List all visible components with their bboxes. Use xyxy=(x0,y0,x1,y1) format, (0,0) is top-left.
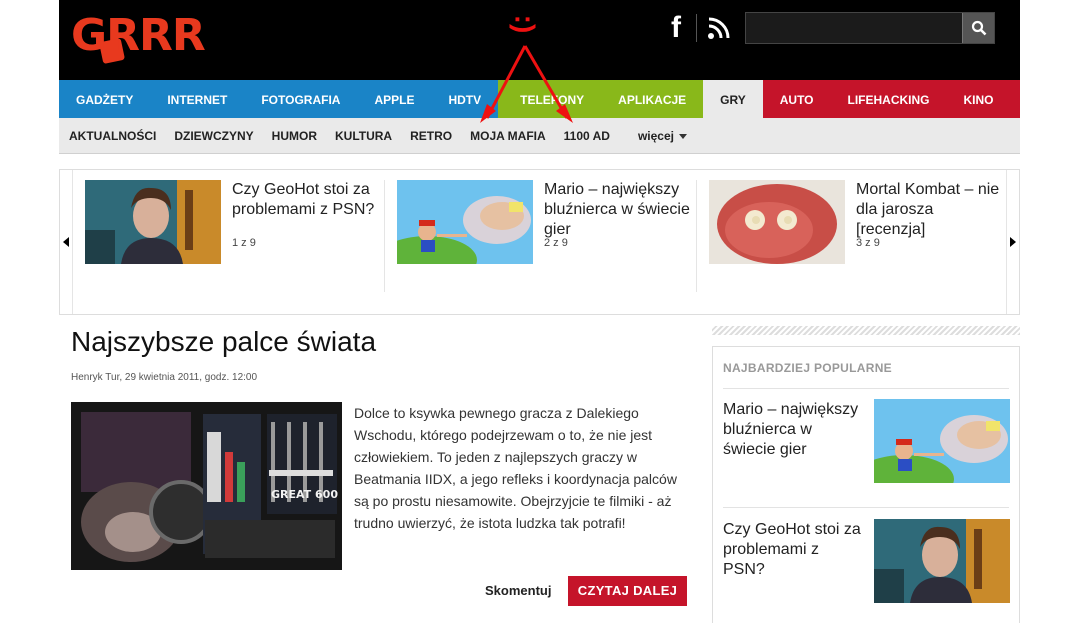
nav-item-kino[interactable]: KINO xyxy=(946,80,1011,118)
nav-item-auto[interactable]: AUTO xyxy=(762,80,831,118)
more-label: więcej xyxy=(637,128,674,143)
search-box xyxy=(745,12,995,44)
featured-carousel: Czy GeoHot stoi za problemami z PSN? 1 z… xyxy=(59,169,1020,315)
article-byline: Henryk Tur, 29 kwietnia 2011, godz. 12:0… xyxy=(71,372,258,383)
popular-sidebar: NAJBARDZIEJ POPULARNE Mario – największy… xyxy=(712,346,1020,623)
read-more-button[interactable]: CZYTAJ DALEJ xyxy=(568,576,687,606)
facebook-icon[interactable]: f xyxy=(665,12,687,44)
subnav-item-retro[interactable]: RETRO xyxy=(401,129,461,143)
search-button[interactable] xyxy=(962,13,994,43)
smiley-annotation: :) xyxy=(509,14,541,34)
nav-item-hdtv[interactable]: HDTV xyxy=(431,80,499,118)
sidebar-stripe xyxy=(712,326,1020,335)
mario-thumbnail xyxy=(397,180,533,264)
comment-link[interactable]: Skomentuj xyxy=(485,583,551,598)
carousel-next-icon[interactable] xyxy=(1010,237,1016,247)
subnav-item-aktualnosci[interactable]: AKTUALNOŚCI xyxy=(59,129,165,143)
carousel-item-count: 1 z 9 xyxy=(232,237,256,249)
nav-item-lifehacking[interactable]: LIFEHACKING xyxy=(830,80,947,118)
mortal-kombat-thumbnail xyxy=(709,180,845,264)
sub-nav: AKTUALNOŚCI DZIEWCZYNY HUMOR KULTURA RET… xyxy=(59,118,1020,154)
carousel-item-title[interactable]: Mario – największy bluźnierca w świecie … xyxy=(544,180,694,240)
beatmania-thumbnail[interactable]: GREAT 600 xyxy=(71,402,342,570)
nav-item-gry[interactable]: GRY xyxy=(703,80,763,118)
page: GRRR :) f GADŻETY INTERNET FOTOGRAFIA AP… xyxy=(59,0,1020,623)
subnav-more-dropdown[interactable]: więcej xyxy=(629,129,696,143)
thumb-score-text: GREAT 600 xyxy=(271,488,338,501)
site-logo[interactable]: GRRR xyxy=(71,8,231,67)
geohot-thumbnail[interactable] xyxy=(874,519,1010,603)
geohot-thumbnail xyxy=(85,180,221,264)
article-title[interactable]: Najszybsze palce świata xyxy=(71,326,376,358)
carousel-divider xyxy=(384,180,385,292)
rss-icon[interactable] xyxy=(707,16,731,40)
sidebar-divider xyxy=(723,507,1009,508)
nav-item-gadzety[interactable]: GADŻETY xyxy=(59,80,151,118)
carousel-item-title[interactable]: Czy GeoHot stoi za problemami z PSN? xyxy=(232,180,382,220)
carousel-prev-icon[interactable] xyxy=(63,237,69,247)
header: GRRR :) f xyxy=(59,0,1020,80)
article-excerpt: Dolce to ksywka pewnego gracza z Dalekie… xyxy=(354,405,677,531)
main-nav: GADŻETY INTERNET FOTOGRAFIA APPLE HDTV T… xyxy=(59,80,1020,118)
subnav-item-humor[interactable]: HUMOR xyxy=(263,129,326,143)
nav-fill xyxy=(1010,80,1020,118)
header-divider xyxy=(696,14,697,42)
subnav-item-kultura[interactable]: KULTURA xyxy=(326,129,401,143)
subnav-item-1100-ad[interactable]: 1100 AD xyxy=(555,129,619,143)
nav-item-aplikacje[interactable]: APLIKACJE xyxy=(601,80,704,118)
mario-thumbnail[interactable] xyxy=(874,399,1010,483)
sidebar-divider xyxy=(723,388,1009,389)
carousel-item[interactable]: Mortal Kombat – nie dla jarosza [recenzj… xyxy=(709,180,1009,290)
nav-item-apple[interactable]: APPLE xyxy=(357,80,432,118)
subnav-item-dziewczyny[interactable]: DZIEWCZYNY xyxy=(165,129,262,143)
chevron-down-icon xyxy=(678,133,687,139)
sidebar-heading: NAJBARDZIEJ POPULARNE xyxy=(723,361,892,375)
logo-text: GRRR xyxy=(71,10,206,61)
carousel-track: Czy GeoHot stoi za problemami z PSN? 1 z… xyxy=(72,170,1007,314)
nav-item-telefony[interactable]: TELEFONY xyxy=(498,80,602,118)
subnav-item-moja-mafia[interactable]: MOJA MAFIA xyxy=(461,129,555,143)
search-icon xyxy=(971,20,986,36)
carousel-item-count: 2 z 9 xyxy=(544,237,568,249)
carousel-divider xyxy=(696,180,697,292)
search-input[interactable] xyxy=(746,13,962,43)
carousel-item-count: 3 z 9 xyxy=(856,237,880,249)
carousel-item-title[interactable]: Mortal Kombat – nie dla jarosza [recenzj… xyxy=(856,180,1006,240)
nav-item-fotografia[interactable]: FOTOGRAFIA xyxy=(244,80,358,118)
carousel-item[interactable]: Czy GeoHot stoi za problemami z PSN? 1 z… xyxy=(85,180,385,290)
nav-item-internet[interactable]: INTERNET xyxy=(150,80,245,118)
sidebar-item-title[interactable]: Czy GeoHot stoi za problemami z PSN? xyxy=(723,520,863,580)
sidebar-item-title[interactable]: Mario – największy bluźnierca w świecie … xyxy=(723,400,863,460)
carousel-item[interactable]: Mario – największy bluźnierca w świecie … xyxy=(397,180,697,290)
